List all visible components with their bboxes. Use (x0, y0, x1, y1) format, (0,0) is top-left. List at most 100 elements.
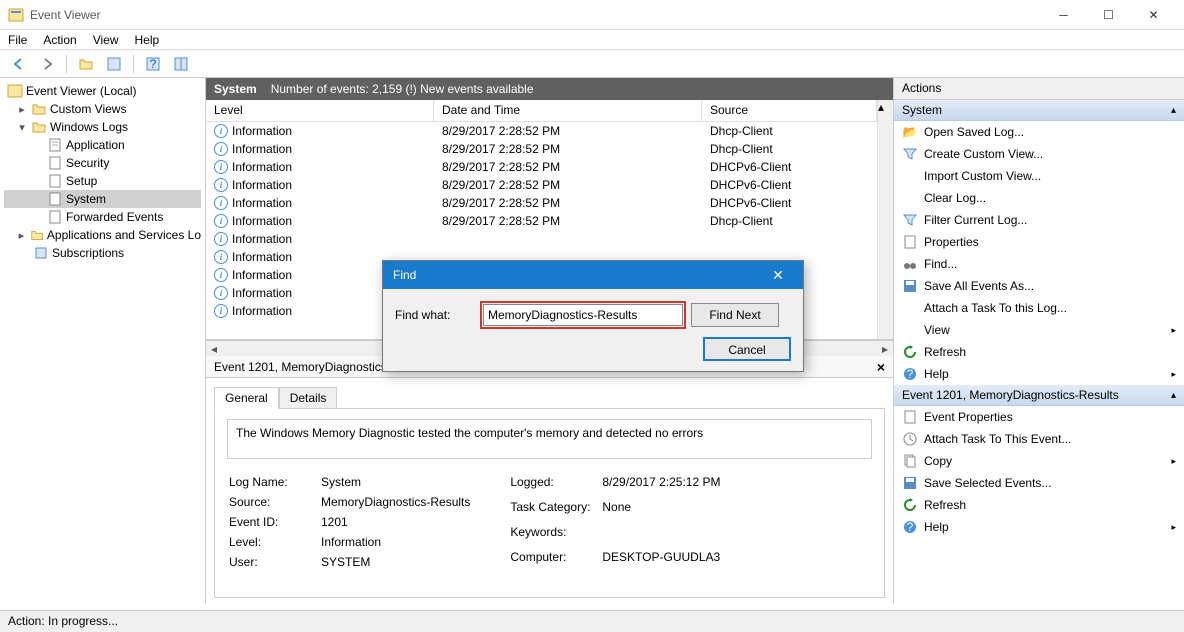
tree-windows-logs[interactable]: ▾Windows Logs (4, 118, 201, 136)
event-row[interactable]: iInformation8/29/2017 2:28:52 PMDHCPv6-C… (206, 158, 877, 176)
tree-security[interactable]: Security (4, 154, 201, 172)
col-level[interactable]: Level (206, 100, 434, 121)
eventid-label: Event ID: (229, 513, 319, 531)
menu-view[interactable]: View (93, 33, 119, 47)
find-dialog-close[interactable]: ✕ (763, 267, 793, 284)
vertical-scrollbar[interactable] (877, 122, 893, 339)
action-create-custom-view[interactable]: Create Custom View... (894, 143, 1184, 165)
info-icon: i (214, 232, 228, 246)
computer-value: DESKTOP-GUUDLA3 (602, 548, 726, 571)
action-event-properties[interactable]: Event Properties (894, 406, 1184, 428)
cancel-button[interactable]: Cancel (703, 337, 791, 361)
tree-root[interactable]: Event Viewer (Local) (4, 82, 201, 100)
properties-icon (902, 234, 918, 250)
eventid-value: 1201 (321, 513, 476, 531)
tree-application[interactable]: Application (4, 136, 201, 154)
logname-value: System (321, 473, 476, 491)
keywords-label: Keywords: (510, 523, 600, 546)
forward-button[interactable] (36, 53, 58, 75)
tree-setup[interactable]: Setup (4, 172, 201, 190)
find-what-input[interactable] (483, 304, 683, 326)
col-source[interactable]: Source (702, 100, 877, 121)
refresh-icon (902, 344, 918, 360)
actions-event-section: Event 1201, MemoryDiagnostics-Results▴ (894, 385, 1184, 406)
maximize-button[interactable]: ☐ (1086, 0, 1131, 30)
minimize-button[interactable]: ─ (1041, 0, 1086, 30)
computer-label: Computer: (510, 548, 600, 571)
blank-icon (902, 190, 918, 206)
scroll-up[interactable]: ▴ (877, 100, 893, 122)
action-help[interactable]: ?Help▸ (894, 363, 1184, 385)
action-properties[interactable]: Properties (894, 231, 1184, 253)
event-row[interactable]: iInformation8/29/2017 2:28:52 PMDhcp-Cli… (206, 122, 877, 140)
actions-system-section: System▴ (894, 100, 1184, 121)
action-attach-task-event[interactable]: Attach Task To This Event... (894, 428, 1184, 450)
menu-file[interactable]: File (8, 33, 27, 47)
action-view[interactable]: View▸ (894, 319, 1184, 341)
tree-custom-views[interactable]: ▸Custom Views (4, 100, 201, 118)
logged-label: Logged: (510, 473, 600, 496)
svg-text:?: ? (907, 367, 914, 381)
menu-help[interactable]: Help (135, 33, 160, 47)
blank-icon (902, 168, 918, 184)
action-save-selected[interactable]: Save Selected Events... (894, 472, 1184, 494)
tree-forwarded[interactable]: Forwarded Events (4, 208, 201, 226)
action-filter-log[interactable]: Filter Current Log... (894, 209, 1184, 231)
col-datetime[interactable]: Date and Time (434, 100, 702, 121)
task-icon (902, 431, 918, 447)
menu-action[interactable]: Action (43, 33, 76, 47)
action-find[interactable]: Find... (894, 253, 1184, 275)
action-import-custom-view[interactable]: Import Custom View... (894, 165, 1184, 187)
info-icon: i (214, 250, 228, 264)
action-attach-task[interactable]: Attach a Task To this Log... (894, 297, 1184, 319)
save-icon (902, 278, 918, 294)
binoculars-icon (902, 256, 918, 272)
info-icon: i (214, 214, 228, 228)
find-dialog-titlebar[interactable]: Find ✕ (383, 261, 803, 289)
tab-general[interactable]: General (214, 387, 279, 409)
status-bar: Action: In progress... (0, 610, 1184, 632)
action-clear-log[interactable]: Clear Log... (894, 187, 1184, 209)
funnel-icon (902, 146, 918, 162)
close-button[interactable]: ✕ (1131, 0, 1176, 30)
event-row[interactable]: iInformation (206, 230, 877, 248)
action-refresh[interactable]: Refresh (894, 341, 1184, 363)
tree-app-services[interactable]: ▸Applications and Services Lo (4, 226, 201, 244)
tab-details[interactable]: Details (279, 387, 338, 409)
taskcat-value: None (602, 498, 726, 521)
tree-system[interactable]: System (4, 190, 201, 208)
action-open-saved-log[interactable]: 📂Open Saved Log... (894, 121, 1184, 143)
detail-close[interactable]: × (877, 359, 885, 375)
properties-icon (902, 409, 918, 425)
action-copy[interactable]: Copy▸ (894, 450, 1184, 472)
event-row[interactable]: iInformation8/29/2017 2:28:52 PMDHCPv6-C… (206, 194, 877, 212)
logname-label: Log Name: (229, 473, 319, 491)
event-row[interactable]: iInformation8/29/2017 2:28:52 PMDHCPv6-C… (206, 176, 877, 194)
folder-button[interactable] (75, 53, 97, 75)
find-next-button[interactable]: Find Next (691, 303, 779, 327)
info-icon: i (214, 160, 228, 174)
help-toolbar-button[interactable]: ? (142, 53, 164, 75)
find-what-label: Find what: (395, 308, 475, 322)
properties-button[interactable] (103, 53, 125, 75)
action-help-2[interactable]: ?Help▸ (894, 516, 1184, 538)
menubar: File Action View Help (0, 30, 1184, 50)
event-row[interactable]: iInformation8/29/2017 2:28:52 PMDhcp-Cli… (206, 212, 877, 230)
info-icon: i (214, 286, 228, 300)
actions-pane: Actions System▴ 📂Open Saved Log... Creat… (894, 78, 1184, 604)
svg-text:?: ? (907, 520, 914, 534)
titlebar: Event Viewer ─ ☐ ✕ (0, 0, 1184, 30)
taskcat-label: Task Category: (510, 498, 600, 521)
action-refresh-2[interactable]: Refresh (894, 494, 1184, 516)
back-button[interactable] (8, 53, 30, 75)
info-icon: i (214, 178, 228, 192)
blank-icon (902, 300, 918, 316)
source-label: Source: (229, 493, 319, 511)
event-row[interactable]: iInformation8/29/2017 2:28:52 PMDhcp-Cli… (206, 140, 877, 158)
tree-subscriptions[interactable]: Subscriptions (4, 244, 201, 262)
action-save-all[interactable]: Save All Events As... (894, 275, 1184, 297)
info-icon: i (214, 124, 228, 138)
info-icon: i (214, 196, 228, 210)
center-header: System Number of events: 2,159 (!) New e… (206, 78, 893, 100)
panes-button[interactable] (170, 53, 192, 75)
